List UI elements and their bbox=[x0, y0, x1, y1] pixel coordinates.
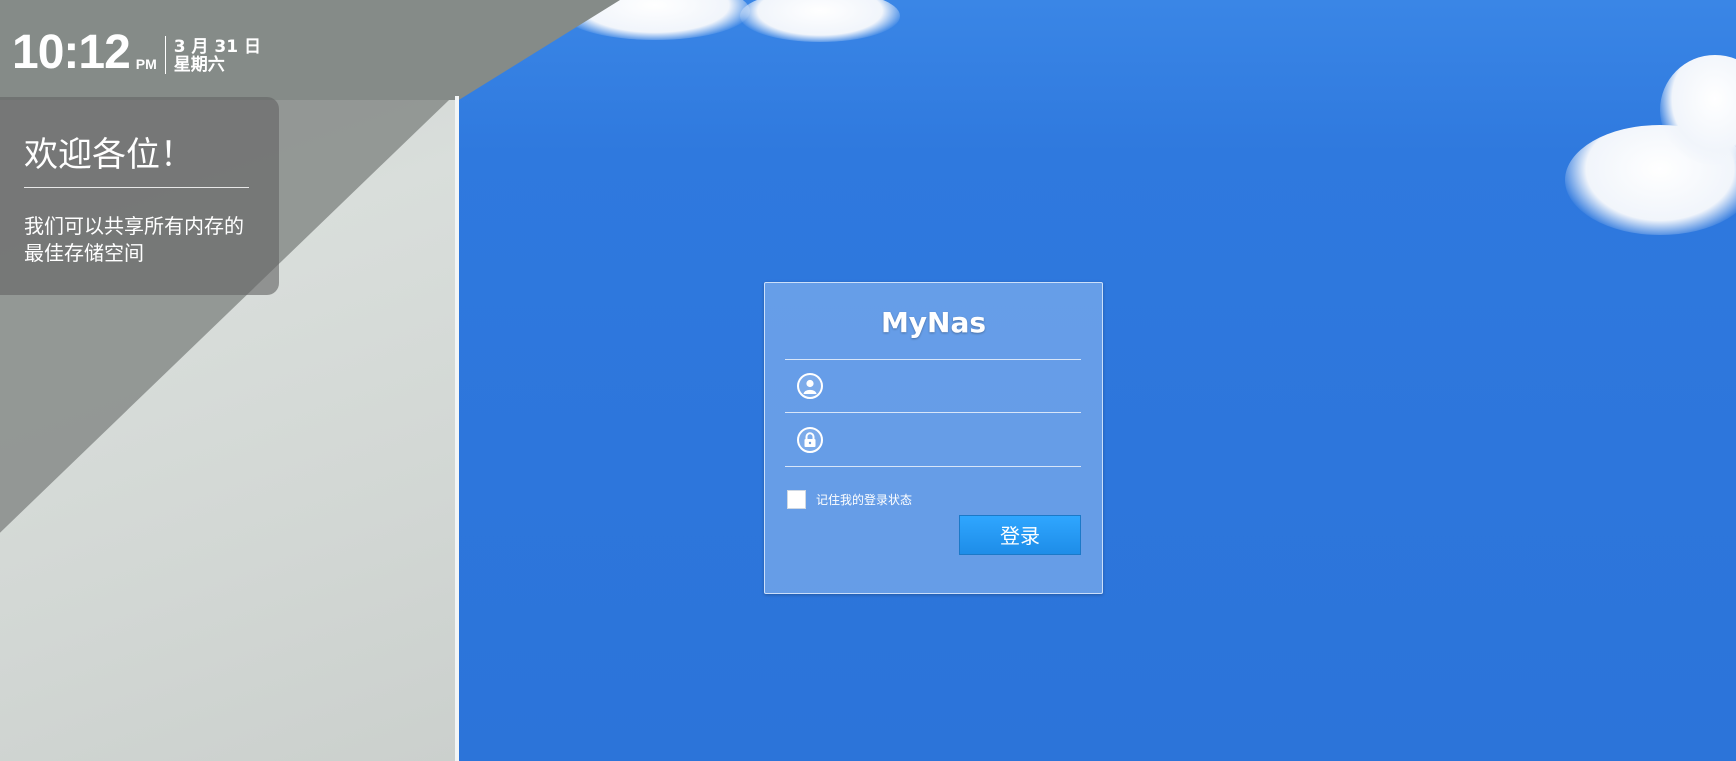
clock-weekday: 星期六 bbox=[173, 55, 225, 75]
clock-time: 10:12 bbox=[12, 26, 131, 79]
lock-icon bbox=[797, 427, 823, 453]
remember-checkbox[interactable] bbox=[787, 490, 806, 509]
password-field[interactable] bbox=[785, 414, 1081, 466]
divider bbox=[785, 412, 1081, 413]
remember-me[interactable]: 记住我的登录状态 bbox=[787, 490, 912, 509]
user-icon bbox=[797, 373, 823, 399]
clock-date: 3 月 31 日 星期六 bbox=[174, 38, 261, 74]
login-brand: MyNas bbox=[880, 306, 987, 339]
login-panel: MyNas 记住我的登录状态 登录 bbox=[764, 282, 1103, 594]
wall-edge bbox=[455, 96, 459, 761]
remember-label: 记住我的登录状态 bbox=[816, 493, 913, 507]
divider bbox=[785, 466, 1081, 467]
username-field[interactable] bbox=[785, 360, 1081, 412]
welcome-divider bbox=[24, 187, 249, 188]
password-input[interactable] bbox=[835, 422, 1075, 460]
clock-divider bbox=[164, 36, 166, 74]
username-input[interactable] bbox=[835, 368, 1075, 406]
clock-widget: 10:12 PM 3 月 31 日 星期六 bbox=[12, 26, 261, 79]
welcome-description: 我们可以共享所有内存的最佳存储空间 bbox=[24, 214, 244, 265]
clock-ampm: PM bbox=[135, 56, 157, 72]
welcome-panel: 欢迎各位！ 我们可以共享所有内存的最佳存储空间 bbox=[0, 97, 279, 295]
clock-date-day: 3 月 31 日 bbox=[173, 37, 262, 57]
login-button[interactable]: 登录 bbox=[959, 515, 1081, 555]
welcome-title: 欢迎各位！ bbox=[24, 135, 194, 175]
